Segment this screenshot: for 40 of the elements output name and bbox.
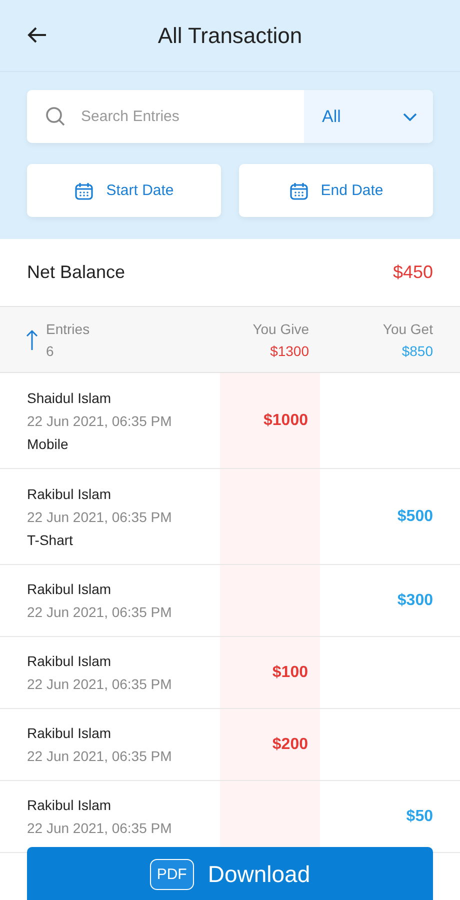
chevron-icon [403,112,417,120]
net-balance-amount: $450 [392,262,433,283]
page-title: All Transaction [158,22,302,48]
get-amount: $500 [397,508,433,526]
transaction-date: 22 Jun 2021, 06:35 PM [27,604,173,620]
calendar-icon [288,180,309,200]
contact-name: Rakibul Islam [27,797,112,813]
download-button[interactable]: PDF Download [27,847,433,900]
contact-name: Rakibul Islam [27,725,112,741]
transaction-note: Mobile [27,436,70,452]
pdf-badge: PDF [150,858,194,890]
entries-count: 6 [46,342,55,358]
give-column-cell: $200 [220,709,320,780]
filter-dropdown[interactable]: All [304,90,433,143]
transaction-note: T-Shart [27,532,74,548]
give-column-cell: $1000 [220,373,320,468]
transaction-date: 22 Jun 2021, 06:35 PM [27,412,173,428]
get-label: You Get [382,320,433,336]
search-field[interactable]: Search Entries [79,107,263,126]
give-label: You Give [252,320,309,336]
date-button[interactable]: End Date [239,164,433,217]
get-amount: $50 [406,808,433,826]
get-total: $850 [402,342,433,358]
net-balance-label: Net Balance [27,262,126,283]
contact-name: Rakibul Islam [27,653,112,669]
entries-label: Entries [46,320,90,336]
date-button[interactable]: Start Date [27,164,221,217]
search-icon [45,106,67,128]
calendar-icon [74,180,94,200]
get-amount: $300 [397,592,433,610]
contact-name: Shaidul Islam [27,390,112,406]
contact-name: Rakibul Islam [27,581,112,597]
contact-name: Rakibul Islam [27,486,112,502]
transaction-date: 22 Jun 2021, 06:35 PM [27,508,173,524]
sort-arrow-icon[interactable] [26,328,38,350]
give-column-cell: $100 [220,637,320,708]
transaction-date: 22 Jun 2021, 06:35 PM [27,676,173,692]
transaction-date: 22 Jun 2021, 06:35 PM [27,748,173,764]
transaction-date: 22 Jun 2021, 06:35 PM [27,820,173,836]
give-total: $1300 [270,342,309,358]
